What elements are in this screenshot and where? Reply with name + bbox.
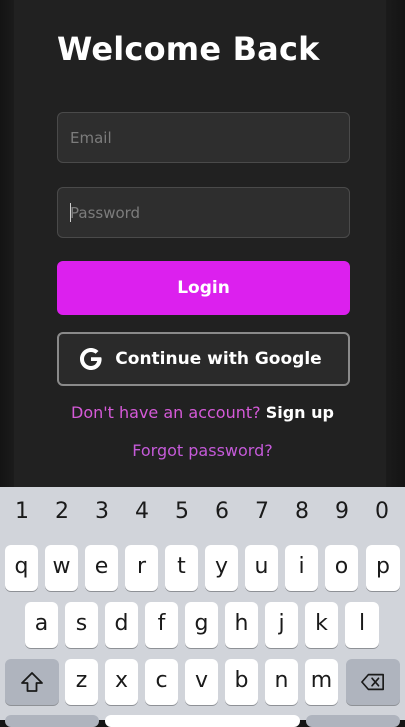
text-caret: [70, 203, 71, 222]
key-i[interactable]: i: [285, 545, 318, 591]
key-d[interactable]: d: [105, 602, 138, 648]
key-0[interactable]: 0: [362, 487, 402, 537]
signup-prompt: Don't have an account?: [71, 403, 261, 422]
key-a[interactable]: a: [25, 602, 58, 648]
backspace-key[interactable]: [346, 659, 400, 705]
key-k[interactable]: k: [305, 602, 338, 648]
shift-icon: [21, 672, 43, 692]
signup-link[interactable]: Sign up: [266, 403, 334, 422]
page-title: Welcome Back: [57, 30, 320, 68]
key-t[interactable]: t: [165, 545, 198, 591]
key-l[interactable]: l: [345, 602, 379, 648]
bottom-row-key-right[interactable]: [306, 715, 400, 727]
key-n[interactable]: n: [265, 659, 298, 705]
key-o[interactable]: o: [325, 545, 358, 591]
key-5[interactable]: 5: [162, 487, 202, 537]
key-b[interactable]: b: [225, 659, 258, 705]
key-9[interactable]: 9: [322, 487, 362, 537]
key-4[interactable]: 4: [122, 487, 162, 537]
key-y[interactable]: y: [205, 545, 238, 591]
shift-key[interactable]: [5, 659, 59, 705]
signup-prompt-row: Don't have an account? Sign up: [0, 403, 405, 422]
google-button-label: Continue with Google: [115, 349, 322, 369]
key-z[interactable]: z: [65, 659, 98, 705]
key-f[interactable]: f: [145, 602, 178, 648]
key-p[interactable]: p: [366, 545, 400, 591]
backspace-icon: [361, 673, 384, 691]
bottom-row-key-left[interactable]: [5, 715, 99, 727]
key-w[interactable]: w: [45, 545, 78, 591]
key-3[interactable]: 3: [82, 487, 122, 537]
key-7[interactable]: 7: [242, 487, 282, 537]
key-c[interactable]: c: [145, 659, 178, 705]
key-e[interactable]: e: [85, 545, 118, 591]
google-icon: [80, 348, 102, 370]
number-row: 1 2 3 4 5 6 7 8 9 0: [0, 487, 405, 537]
key-s[interactable]: s: [65, 602, 98, 648]
key-j[interactable]: j: [265, 602, 298, 648]
password-input[interactable]: [57, 187, 350, 238]
key-q[interactable]: q: [5, 545, 38, 591]
key-g[interactable]: g: [185, 602, 218, 648]
key-2[interactable]: 2: [42, 487, 82, 537]
forgot-password-link[interactable]: Forgot password?: [0, 441, 405, 460]
on-screen-keyboard: 1 2 3 4 5 6 7 8 9 0 q w e r t y u i o p …: [0, 487, 405, 727]
login-button[interactable]: Login: [57, 261, 350, 315]
key-r[interactable]: r: [125, 545, 158, 591]
key-x[interactable]: x: [105, 659, 138, 705]
key-6[interactable]: 6: [202, 487, 242, 537]
key-m[interactable]: m: [305, 659, 338, 705]
login-screen: Welcome Back Login Continue with Google …: [0, 0, 405, 487]
key-v[interactable]: v: [185, 659, 218, 705]
email-input[interactable]: [57, 112, 350, 163]
key-8[interactable]: 8: [282, 487, 322, 537]
key-u[interactable]: u: [245, 545, 278, 591]
key-h[interactable]: h: [225, 602, 258, 648]
key-1[interactable]: 1: [2, 487, 42, 537]
google-signin-button[interactable]: Continue with Google: [57, 332, 350, 386]
space-key[interactable]: [105, 715, 300, 727]
